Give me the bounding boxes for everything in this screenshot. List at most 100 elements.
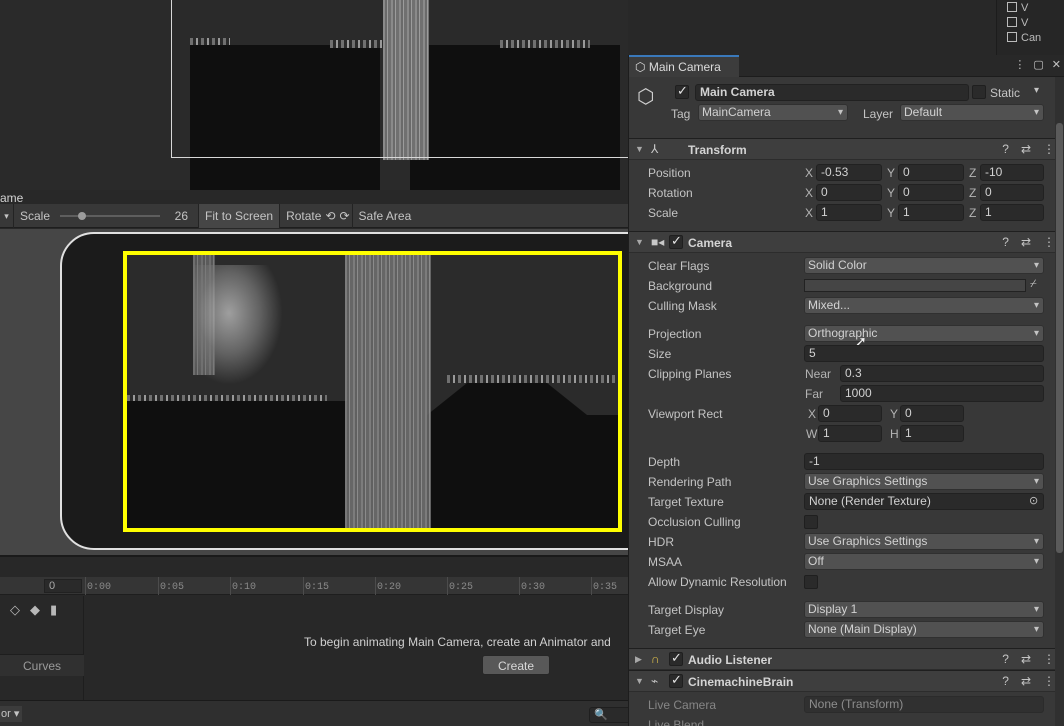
position-y-field[interactable]: 0	[898, 164, 964, 181]
culling-mask-dropdown[interactable]: Mixed...	[804, 297, 1044, 314]
viewport-w-field[interactable]: 1	[818, 425, 882, 442]
cinemachine-enabled-checkbox[interactable]	[669, 672, 683, 688]
safe-area-toggle[interactable]: Safe Area	[351, 203, 418, 228]
presets-icon[interactable]: ⇄	[1021, 652, 1031, 666]
target-texture-field[interactable]: None (Render Texture)	[804, 493, 1044, 510]
foldout-icon[interactable]: ▶	[635, 654, 642, 665]
foldout-icon[interactable]: ▼	[635, 144, 644, 154]
target-display-dropdown[interactable]: Display 1	[804, 601, 1044, 618]
rotation-z-field[interactable]: 0	[980, 184, 1044, 201]
create-animator-button[interactable]: Create	[482, 655, 550, 675]
position-x-field[interactable]: -0.53	[816, 164, 882, 181]
scale-y-field[interactable]: 1	[898, 204, 964, 221]
fit-to-screen-button[interactable]: Fit to Screen	[198, 203, 280, 228]
viewport-w-label[interactable]: W	[806, 427, 817, 441]
hierarchy-item[interactable]: V	[1007, 17, 1028, 29]
search-input[interactable]: 🔍	[589, 707, 631, 723]
game-view-canvas[interactable]	[0, 229, 628, 555]
far-field[interactable]: 1000	[840, 385, 1044, 402]
depth-field[interactable]: -1	[804, 453, 1044, 470]
static-checkbox[interactable]	[972, 85, 986, 99]
projection-dropdown[interactable]: Orthographic	[804, 325, 1044, 342]
presets-icon[interactable]: ⇄	[1021, 235, 1031, 249]
rotation-y-field[interactable]: 0	[898, 184, 964, 201]
static-dropdown-icon[interactable]: ▾	[1034, 85, 1039, 96]
help-icon[interactable]: ?	[1002, 142, 1009, 156]
kebab-menu-icon[interactable]: ⋮	[1043, 142, 1055, 156]
help-icon[interactable]: ?	[1002, 674, 1009, 688]
viewport-y-field[interactable]: 0	[900, 405, 964, 422]
audio-listener-header[interactable]: ▶ ∩ Audio Listener ? ⇄ ⋮	[629, 648, 1064, 670]
axis-z-label[interactable]: Z	[969, 166, 976, 180]
audio-listener-enabled-checkbox[interactable]	[669, 650, 683, 666]
background-color-swatch[interactable]	[804, 279, 1026, 292]
transform-header[interactable]: ▼ ⅄ Transform ? ⇄ ⋮	[629, 138, 1064, 160]
axis-x-label[interactable]: X	[805, 206, 813, 220]
add-event-icon[interactable]: ◆	[30, 602, 40, 618]
hierarchy-item[interactable]: V	[1007, 2, 1028, 14]
viewport-y-label[interactable]: Y	[890, 407, 898, 421]
msaa-dropdown[interactable]: Off	[804, 553, 1044, 570]
target-eye-dropdown[interactable]: None (Main Display)	[804, 621, 1044, 638]
foldout-icon[interactable]: ▼	[635, 237, 644, 247]
clear-flags-dropdown[interactable]: Solid Color	[804, 257, 1044, 274]
layer-dropdown[interactable]: Default	[900, 104, 1044, 121]
slider-thumb[interactable]	[78, 211, 87, 220]
help-icon[interactable]: ?	[1002, 235, 1009, 249]
maximize-icon[interactable]: ▢	[1033, 58, 1043, 71]
rotate-left-icon[interactable]: ⟲	[323, 204, 337, 228]
name-field[interactable]: Main Camera	[695, 84, 969, 101]
viewport-h-label[interactable]: H	[890, 427, 899, 441]
near-label[interactable]: Near	[805, 367, 831, 381]
axis-x-label[interactable]: X	[805, 166, 813, 180]
inspector-scrollbar[interactable]	[1055, 77, 1064, 726]
camera-header[interactable]: ▼ ■◂ Camera ? ⇄ ⋮	[629, 231, 1064, 253]
tag-dropdown[interactable]: MainCamera	[698, 104, 848, 121]
eyedropper-icon[interactable]: ⌿	[1030, 278, 1037, 291]
camera-enabled-checkbox[interactable]	[669, 233, 683, 249]
viewport-x-label[interactable]: X	[808, 407, 816, 421]
help-icon[interactable]: ?	[1002, 652, 1009, 666]
axis-z-label[interactable]: Z	[969, 206, 976, 220]
inspector-tab[interactable]: ⬡ Main Camera	[629, 55, 739, 77]
event-marker-icon[interactable]: ▮	[50, 602, 57, 618]
hdr-dropdown[interactable]: Use Graphics Settings	[804, 533, 1044, 550]
presets-icon[interactable]: ⇄	[1021, 142, 1031, 156]
scale-x-field[interactable]: 1	[816, 204, 882, 221]
display-dropdown-arrow-icon[interactable]: ▾	[0, 203, 14, 228]
scene-view[interactable]	[0, 0, 628, 190]
axis-z-label[interactable]: Z	[969, 186, 976, 200]
occlusion-culling-checkbox[interactable]	[804, 515, 818, 529]
axis-y-label[interactable]: Y	[887, 166, 895, 180]
active-checkbox[interactable]	[675, 83, 689, 99]
axis-x-label[interactable]: X	[805, 186, 813, 200]
kebab-menu-icon[interactable]: ⋮	[1014, 58, 1025, 71]
object-picker-icon[interactable]: ⊙	[1029, 494, 1038, 507]
hierarchy-item[interactable]: Can	[1007, 32, 1041, 44]
rotation-x-field[interactable]: 0	[816, 184, 882, 201]
timeline-ruler[interactable]: 0 0:00 0:05 0:10 0:15 0:20 0:25 0:30 0:3…	[0, 577, 628, 595]
far-label[interactable]: Far	[805, 387, 823, 401]
kebab-menu-icon[interactable]: ⋮	[1043, 235, 1055, 249]
close-icon[interactable]: ✕	[1052, 58, 1061, 71]
dynamic-resolution-checkbox[interactable]	[804, 575, 818, 589]
size-field[interactable]: 5	[804, 345, 1044, 362]
axis-y-label[interactable]: Y	[887, 186, 895, 200]
foldout-icon[interactable]: ▼	[635, 676, 644, 686]
viewport-x-field[interactable]: 0	[818, 405, 882, 422]
cinemachine-brain-header[interactable]: ▼ ⌁ CinemachineBrain ? ⇄ ⋮	[629, 670, 1064, 692]
presets-icon[interactable]: ⇄	[1021, 674, 1031, 688]
viewport-h-field[interactable]: 1	[900, 425, 964, 442]
kebab-menu-icon[interactable]: ⋮	[1043, 652, 1055, 666]
bottom-dropdown[interactable]: or ▾	[0, 706, 22, 722]
scrollbar-thumb[interactable]	[1056, 123, 1063, 553]
kebab-menu-icon[interactable]: ⋮	[1043, 674, 1055, 688]
rotate-right-icon[interactable]: ⟳	[337, 204, 351, 228]
frame-field[interactable]: 0	[44, 579, 82, 593]
curves-tab[interactable]: Curves	[0, 654, 84, 676]
near-field[interactable]: 0.3	[840, 365, 1044, 382]
rendering-path-dropdown[interactable]: Use Graphics Settings	[804, 473, 1044, 490]
camera-bounds-gizmo[interactable]	[171, 0, 628, 158]
axis-y-label[interactable]: Y	[887, 206, 895, 220]
scale-z-field[interactable]: 1	[980, 204, 1044, 221]
